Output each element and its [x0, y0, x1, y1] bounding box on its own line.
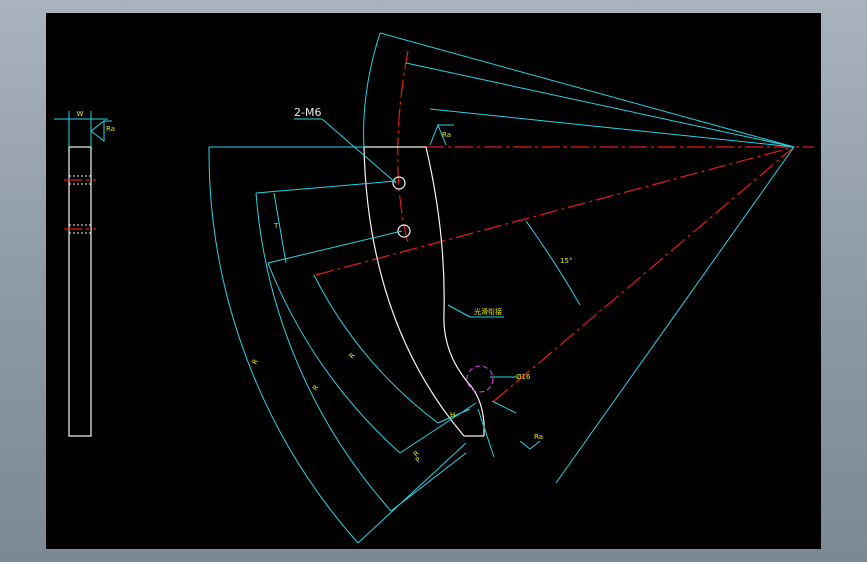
radius-labels: R R R R P H: [251, 351, 456, 464]
cad-drawing: W Ra T 15° 2-M6 Ø16 光滑衔接 Ra Ra R R R R P…: [54, 32, 814, 544]
roughness-symbol-bottom: [519, 440, 541, 450]
angle-label: 15°: [560, 257, 572, 265]
roughness-label-bottom: Ra: [534, 433, 543, 441]
radius-label-3: R: [348, 351, 357, 360]
dim-extension-bottom: [357, 442, 467, 544]
roughness-label-side: Ra: [106, 125, 115, 133]
dimensions: T 15° 2-M6 Ø16 光滑衔接 Ra Ra: [208, 32, 795, 544]
radial-line-3: [429, 108, 795, 148]
roughness-symbol: [90, 119, 105, 143]
callout-holes-label: 2-M6: [294, 106, 321, 119]
centerline-diagonal: [315, 146, 795, 276]
dia-label: Ø16: [516, 373, 531, 381]
roughness-label-part: Ra: [442, 131, 451, 139]
radial-line-4: [555, 146, 795, 484]
dim-bottom-small2: [491, 400, 517, 414]
cad-viewport[interactable]: W Ra T 15° 2-M6 Ø16 光滑衔接 Ra Ra R R R R P…: [46, 13, 821, 549]
dim-arc-top: [363, 32, 381, 148]
dim-extension-bottom2: [390, 452, 467, 512]
dim-extension-hole2: [267, 230, 403, 264]
part-outer-edge: [425, 146, 485, 436]
radius-label-2: R: [311, 383, 320, 392]
dim-arc-r1: [208, 146, 359, 544]
side-view-outline: [68, 146, 92, 437]
note-label: 光滑衔接: [474, 307, 502, 316]
radius-label-1: R: [251, 358, 260, 366]
dim-bottom-small: [477, 408, 495, 458]
radial-line-2: [405, 62, 795, 148]
dim-width-label: W: [77, 110, 84, 118]
part-outline: [363, 146, 494, 437]
centerline-lower: [493, 146, 795, 402]
pivot-hole-circle: [466, 365, 494, 393]
dim-extension-hole1: [255, 180, 397, 194]
dim-p-label: P: [414, 456, 422, 465]
dim-arc-r4: [313, 274, 439, 424]
note-leader: [447, 304, 471, 318]
dim-arc-r3: [267, 262, 401, 454]
dim-t-label: T: [273, 222, 279, 230]
dim-arc-r2: [255, 192, 392, 512]
centerlines: [315, 50, 814, 402]
callout-leader: [321, 118, 397, 184]
dim-h-label: H: [450, 411, 455, 419]
dim-extension-bottom3: [399, 402, 477, 454]
radial-line-1: [379, 32, 795, 148]
side-view: W Ra: [54, 110, 115, 437]
part-inner-edge: [363, 146, 465, 437]
